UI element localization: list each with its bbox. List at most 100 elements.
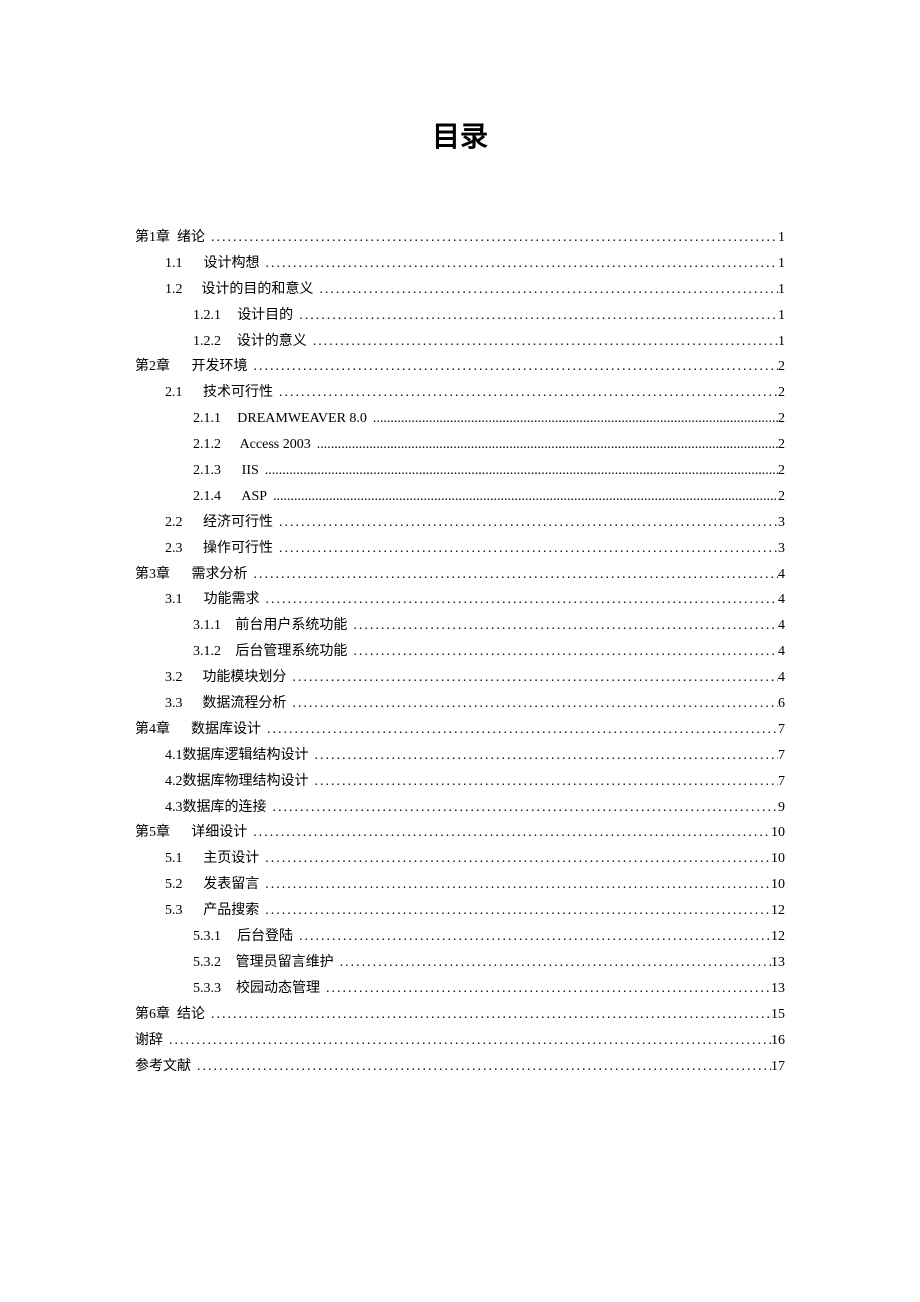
toc-entry-number: 2.2 bbox=[135, 510, 183, 536]
toc-entry-number: 5.3.3 bbox=[135, 976, 221, 1002]
toc-entry-text: 操作可行性 bbox=[203, 536, 273, 562]
toc-entry: 2.1.3IIS2 bbox=[135, 458, 785, 484]
toc-leader bbox=[263, 872, 771, 898]
toc-entry: 4.3数据库的连接 9 bbox=[135, 795, 785, 821]
toc-entry-page: 7 bbox=[778, 717, 785, 743]
toc-entry-page: 13 bbox=[771, 976, 785, 1002]
toc-entry-number: 3.1 bbox=[135, 587, 183, 613]
toc-leader bbox=[324, 976, 771, 1002]
toc-entry-page: 10 bbox=[771, 820, 785, 846]
toc-entry-number: 2.1 bbox=[135, 380, 183, 406]
toc-entry-text: 功能模块划分 bbox=[202, 665, 286, 691]
toc-leader bbox=[351, 613, 778, 639]
toc-entry-page: 1 bbox=[778, 277, 785, 303]
toc-entry: 第1章 绪论 1 bbox=[135, 225, 785, 251]
toc-entry: 4.2数据库物理结构设计7 bbox=[135, 769, 785, 795]
toc-entry: 第3章需求分析 4 bbox=[135, 562, 785, 588]
toc-entry-text: 开发环境 bbox=[192, 354, 248, 380]
toc-entry-text: IIS bbox=[242, 458, 259, 484]
toc-entry-text: 结论 bbox=[177, 1002, 205, 1028]
toc-entry-number: 2.1.4 bbox=[135, 484, 221, 510]
toc-entry: 第2章开发环境2 bbox=[135, 354, 785, 380]
toc-entry-page: 4 bbox=[778, 613, 785, 639]
toc-leader bbox=[290, 665, 778, 691]
toc-leader bbox=[167, 1028, 771, 1054]
toc-entry: 2.1 技术可行性 2 bbox=[135, 380, 785, 406]
toc-leader bbox=[351, 639, 778, 665]
toc-entry-text: 数据库设计 bbox=[191, 717, 261, 743]
toc-entry: 5.3.1后台登陆12 bbox=[135, 924, 785, 950]
toc-entry-number: 1.2.1 bbox=[135, 303, 221, 329]
toc-leader bbox=[277, 536, 778, 562]
toc-entry-page: 1 bbox=[778, 329, 785, 355]
toc-entry-text: 经济可行性 bbox=[203, 510, 273, 536]
toc-leader bbox=[209, 225, 778, 251]
toc-entry: 第4章数据库设计7 bbox=[135, 717, 785, 743]
toc-leader bbox=[313, 743, 779, 769]
toc-entry-number: 第6章 bbox=[135, 1002, 170, 1028]
toc-leader bbox=[251, 820, 771, 846]
toc-entry: 第6章 结论 15 bbox=[135, 1002, 785, 1028]
toc-entry: 1.2.2设计的意义1 bbox=[135, 329, 785, 355]
toc-entry-page: 2 bbox=[778, 354, 785, 380]
toc-leader bbox=[265, 717, 778, 743]
toc-leader bbox=[277, 380, 778, 406]
toc-leader bbox=[263, 846, 771, 872]
toc-entry-page: 9 bbox=[778, 795, 785, 821]
toc-entry-page: 7 bbox=[778, 743, 785, 769]
toc-entry-text: 产品搜索 bbox=[203, 898, 259, 924]
toc-entry-page: 1 bbox=[778, 225, 785, 251]
toc-leader bbox=[195, 1054, 771, 1080]
toc-leader bbox=[263, 458, 778, 484]
toc-entry: 谢辞16 bbox=[135, 1028, 785, 1054]
toc-entry-text: Access 2003 bbox=[240, 432, 311, 458]
toc-entry-page: 17 bbox=[771, 1054, 785, 1080]
toc-entry-page: 4 bbox=[778, 587, 785, 613]
toc-leader bbox=[271, 484, 778, 510]
toc-entry-text: 4.3数据库的连接 bbox=[165, 795, 267, 821]
toc-entry-text: 设计构想 bbox=[204, 251, 260, 277]
toc-entry-number: 3.3 bbox=[135, 691, 183, 717]
toc-entry-gap bbox=[170, 225, 177, 251]
toc-leader bbox=[315, 432, 778, 458]
toc-entry-text: 绪论 bbox=[177, 225, 205, 251]
toc-entry-number: 5.1 bbox=[135, 846, 183, 872]
toc-leader bbox=[290, 691, 778, 717]
document-page: 目录 第1章 绪论11.1设计构想11.2设计的目的和意义11.2.1设计目的1… bbox=[0, 0, 920, 1302]
toc-entry-page: 1 bbox=[778, 303, 785, 329]
toc-entry-page: 2 bbox=[778, 380, 785, 406]
toc-entry-text: 校园动态管理 bbox=[236, 976, 320, 1002]
toc-entry: 5.1主页设计10 bbox=[135, 846, 785, 872]
toc-entry-page: 4 bbox=[778, 665, 785, 691]
toc-entry-text: 设计的意义 bbox=[237, 329, 307, 355]
toc-entry-text: 4.1数据库逻辑结构设计 bbox=[165, 743, 309, 769]
toc-entry-page: 4 bbox=[778, 562, 785, 588]
toc-entry-number: 1.2 bbox=[135, 277, 183, 303]
toc-leader bbox=[264, 251, 778, 277]
toc-entry-page: 2 bbox=[778, 432, 785, 458]
toc-entry-page: 2 bbox=[778, 406, 785, 432]
toc-entry-number: 第3章 bbox=[135, 562, 170, 588]
toc-entry-text: 发表留言 bbox=[203, 872, 259, 898]
toc-entry-text: 后台管理系统功能 bbox=[235, 639, 347, 665]
toc-entry-page: 10 bbox=[771, 846, 785, 872]
toc-entry-page: 12 bbox=[771, 898, 785, 924]
toc-entry-text: DREAMWEAVER 8.0 bbox=[237, 406, 367, 432]
toc-entry: 参考文献17 bbox=[135, 1054, 785, 1080]
toc-entry-text: 需求分析 bbox=[192, 562, 248, 588]
toc-entry: 3.2功能模块划分4 bbox=[135, 665, 785, 691]
toc-leader bbox=[371, 406, 778, 432]
toc-entry-text: 技术可行性 bbox=[203, 380, 273, 406]
toc-entry: 2.1.4ASP2 bbox=[135, 484, 785, 510]
toc-leader bbox=[271, 795, 779, 821]
toc-entry-page: 15 bbox=[771, 1002, 785, 1028]
toc-entry-gap bbox=[170, 1002, 177, 1028]
toc-entry-page: 3 bbox=[778, 536, 785, 562]
toc-entry-number: 1.1 bbox=[135, 251, 183, 277]
toc-entry-number: 第1章 bbox=[135, 225, 170, 251]
toc-leader bbox=[311, 329, 778, 355]
toc-entry-number: 第5章 bbox=[135, 820, 170, 846]
toc-entry-text: ASP bbox=[241, 484, 267, 510]
table-of-contents: 第1章 绪论11.1设计构想11.2设计的目的和意义11.2.1设计目的11.2… bbox=[135, 225, 785, 1079]
toc-entry-text: 前台用户系统功能 bbox=[235, 613, 347, 639]
